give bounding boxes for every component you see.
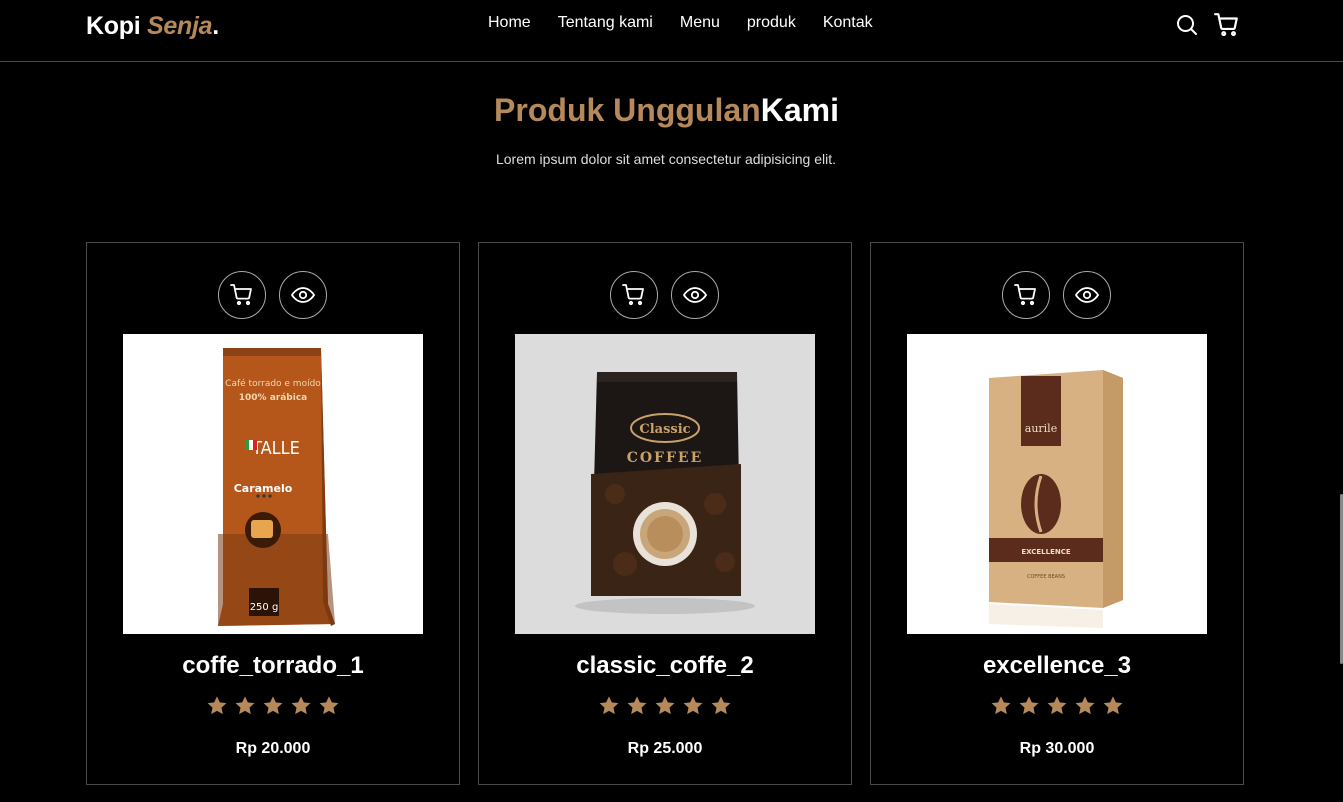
- product-price: Rp 20.000: [235, 740, 311, 757]
- product-image: Classic COFFEE: [515, 334, 815, 634]
- star-icon: [655, 696, 675, 715]
- brand-name: Kopi: [86, 12, 141, 40]
- add-to-cart-button[interactable]: [218, 271, 266, 319]
- star-icon: [711, 696, 731, 715]
- eye-icon: [1075, 287, 1099, 303]
- cart-icon: [622, 284, 644, 306]
- star-icon: [207, 696, 227, 715]
- section-title: Produk UnggulanKami: [0, 92, 1333, 129]
- cart-icon: [1014, 284, 1036, 306]
- svg-text:COFFEE BEANS: COFFEE BEANS: [1027, 574, 1065, 580]
- product-image: aurile EXCELLENCE COFFEE BEANS: [907, 334, 1207, 634]
- svg-text:TALLE: TALLE: [251, 438, 300, 459]
- card-actions: [218, 271, 327, 319]
- star-icon: [263, 696, 283, 715]
- card-actions: [1002, 271, 1111, 319]
- nav-produk[interactable]: produk: [747, 14, 796, 32]
- product-name[interactable]: coffe_torrado_1: [87, 652, 459, 680]
- section-description: Lorem ipsum dolor sit amet consectetur a…: [495, 151, 837, 167]
- section-title-accent: Produk Unggulan: [494, 92, 761, 128]
- svg-text:EXCELLENCE: EXCELLENCE: [1021, 548, 1071, 556]
- rating-stars: [87, 695, 459, 717]
- navbar: Kopi Senja. Home Tentang kami Menu produ…: [0, 0, 1343, 62]
- cart-icon: [230, 284, 252, 306]
- nav-links: Home Tentang kami Menu produk Kontak: [488, 14, 873, 32]
- nav-kontak[interactable]: Kontak: [823, 14, 873, 32]
- product-name[interactable]: classic_coffe_2: [479, 652, 851, 680]
- nav-home[interactable]: Home: [488, 14, 531, 32]
- nav-menu[interactable]: Menu: [680, 14, 720, 32]
- star-icon: [683, 696, 703, 715]
- star-icon: [1075, 696, 1095, 715]
- product-price: Rp 30.000: [1019, 740, 1095, 757]
- svg-text:Caramelo: Caramelo: [234, 482, 293, 495]
- svg-text:COFFEE: COFFEE: [627, 450, 704, 466]
- product-price: Rp 25.000: [627, 740, 703, 757]
- brand-accent: Senja: [147, 12, 213, 40]
- rating-stars: [871, 695, 1243, 717]
- product-card: aurile EXCELLENCE COFFEE BEANS excellenc…: [870, 242, 1244, 785]
- svg-text:250 g: 250 g: [250, 602, 279, 613]
- star-icon: [1103, 696, 1123, 715]
- add-to-cart-button[interactable]: [610, 271, 658, 319]
- svg-text:100% arábica: 100% arábica: [239, 393, 307, 403]
- star-icon: [599, 696, 619, 715]
- quick-view-button[interactable]: [279, 271, 327, 319]
- nav-icons: [1174, 12, 1240, 38]
- section-title-rest: Kami: [760, 92, 839, 128]
- quick-view-button[interactable]: [1063, 271, 1111, 319]
- svg-text:Classic: Classic: [639, 422, 690, 437]
- star-icon: [235, 696, 255, 715]
- star-icon: [627, 696, 647, 715]
- cart-icon[interactable]: [1214, 12, 1240, 38]
- star-icon: [991, 696, 1011, 715]
- add-to-cart-button[interactable]: [1002, 271, 1050, 319]
- product-name[interactable]: excellence_3: [871, 652, 1243, 680]
- eye-icon: [683, 287, 707, 303]
- star-icon: [291, 696, 311, 715]
- quick-view-button[interactable]: [671, 271, 719, 319]
- brand-logo[interactable]: Kopi Senja.: [86, 12, 219, 41]
- rating-stars: [479, 695, 851, 717]
- product-card: Classic COFFEE classic_coffe_2 Rp 25.000: [478, 242, 852, 785]
- product-card: Café torrado e moído 100% arábica TALLE …: [86, 242, 460, 785]
- nav-tentang-kami[interactable]: Tentang kami: [558, 14, 653, 32]
- star-icon: [319, 696, 339, 715]
- star-icon: [1047, 696, 1067, 715]
- svg-text:aurile: aurile: [1025, 422, 1057, 435]
- card-actions: [610, 271, 719, 319]
- product-image: Café torrado e moído 100% arábica TALLE …: [123, 334, 423, 634]
- svg-text:Café torrado e moído: Café torrado e moído: [225, 378, 321, 389]
- eye-icon: [291, 287, 315, 303]
- star-icon: [1019, 696, 1039, 715]
- search-icon[interactable]: [1174, 12, 1200, 38]
- brand-dot: .: [212, 12, 219, 40]
